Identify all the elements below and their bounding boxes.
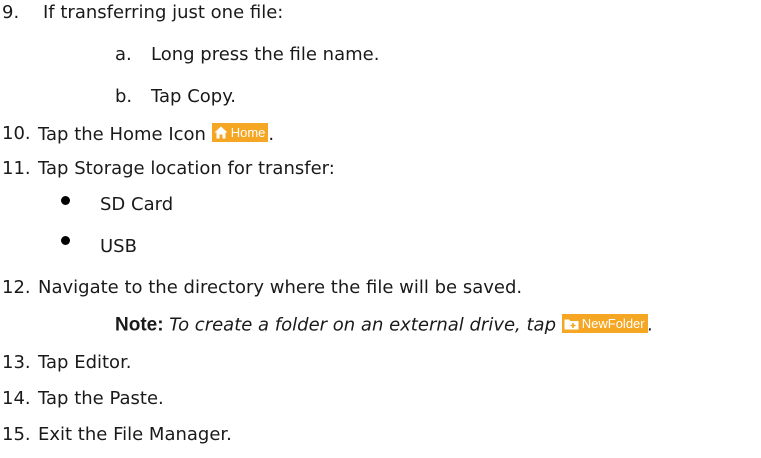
step-number: 9. [2, 2, 20, 23]
home-icon [214, 126, 228, 139]
step-text: Tap the Home Icon [38, 124, 206, 145]
new-folder-chip-label: NewFolder [581, 316, 645, 331]
step-number: 11. [2, 158, 31, 179]
step-text: Tap the Paste. [38, 388, 164, 409]
step-text: Tap Storage location for transfer: [38, 158, 335, 179]
step-text: If transferring just one file: [43, 2, 284, 23]
note-label: Note: [115, 314, 164, 336]
bullet-icon [61, 196, 70, 205]
substep-text: Tap Copy. [151, 86, 237, 107]
bullet-icon [61, 236, 70, 245]
step-trailing-period: . [268, 124, 275, 145]
step-text: Navigate to the directory where the file… [38, 277, 523, 298]
bullet-text: SD Card [100, 194, 174, 215]
home-chip-label: Home [230, 125, 266, 140]
home-button-chip: Home [211, 123, 269, 142]
step-text-with-chip: Tap the Home Icon Home. [38, 123, 274, 146]
new-folder-icon [564, 319, 579, 329]
substep-letter: a. [115, 44, 132, 65]
step-number: 10. [2, 123, 31, 144]
step-number: 12. [2, 277, 31, 298]
bullet-text: USB [100, 236, 137, 257]
document-page: 9. If transferring just one file: a. Lon… [0, 0, 761, 458]
note-text: To create a folder on an external drive,… [169, 314, 557, 336]
step-text: Exit the File Manager. [38, 424, 232, 445]
note-trailing-period: . [647, 314, 654, 336]
note-callout: Note: To create a folder on an external … [115, 314, 653, 337]
step-number: 14. [2, 388, 31, 409]
step-text: Tap Editor. [38, 352, 132, 373]
step-number: 15. [2, 424, 31, 445]
substep-letter: b. [115, 86, 133, 107]
new-folder-button-chip: NewFolder [561, 314, 648, 333]
substep-text: Long press the file name. [151, 44, 380, 65]
step-number: 13. [2, 352, 31, 373]
